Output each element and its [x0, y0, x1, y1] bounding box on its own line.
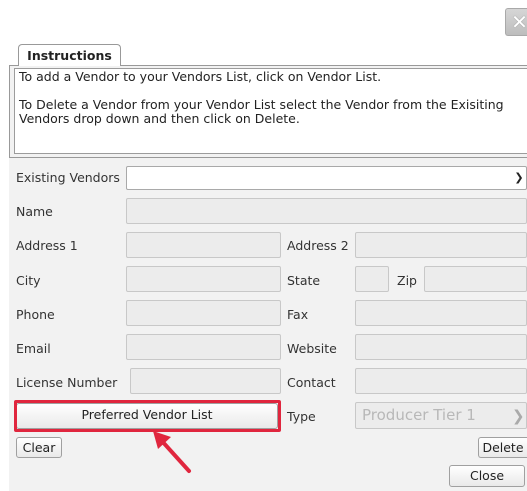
clear-button[interactable]: Clear: [16, 437, 62, 458]
zip-label: Zip: [397, 273, 417, 288]
name-field[interactable]: [126, 198, 527, 224]
zip-field[interactable]: [424, 266, 527, 292]
contact-field[interactable]: [355, 368, 527, 394]
city-field[interactable]: [126, 266, 281, 292]
chevron-down-icon: ❯: [514, 171, 524, 184]
email-field[interactable]: [126, 334, 281, 360]
state-field[interactable]: [355, 266, 389, 292]
tab-instructions[interactable]: Instructions: [18, 44, 121, 66]
fax-label: Fax: [287, 307, 309, 322]
phone-field[interactable]: [126, 300, 281, 326]
email-label: Email: [16, 341, 51, 356]
close-icon: ✕: [511, 10, 527, 34]
type-dropdown[interactable]: Producer Tier 1 ❯: [355, 402, 527, 429]
annotation-arrow-icon: [153, 431, 191, 473]
phone-label: Phone: [16, 307, 55, 322]
type-value: Producer Tier 1: [362, 406, 476, 424]
chevron-down-icon: ❯: [512, 407, 525, 425]
address2-field[interactable]: [355, 232, 527, 258]
existing-vendors-label: Existing Vendors: [16, 170, 120, 185]
contact-label: Contact: [287, 375, 336, 390]
license-number-label: License Number: [16, 375, 118, 390]
instruction-line-add: To add a Vendor to your Vendors List, cl…: [19, 69, 382, 84]
close-window-button[interactable]: ✕: [505, 8, 527, 36]
type-label: Type: [287, 409, 316, 424]
existing-vendors-dropdown[interactable]: ❯: [126, 166, 527, 190]
instruction-line-delete: To Delete a Vendor from your Vendor List…: [19, 97, 504, 126]
address1-field[interactable]: [126, 232, 281, 258]
instructions-text-box: To add a Vendor to your Vendors List, cl…: [14, 68, 527, 154]
fax-field[interactable]: [355, 300, 527, 326]
address2-label: Address 2: [287, 238, 349, 253]
delete-button[interactable]: Delete: [478, 437, 527, 458]
license-number-field[interactable]: [130, 368, 281, 394]
website-label: Website: [287, 341, 337, 356]
close-button[interactable]: Close: [449, 465, 525, 487]
website-field[interactable]: [355, 334, 527, 360]
name-label: Name: [16, 204, 53, 219]
address1-label: Address 1: [16, 238, 78, 253]
city-label: City: [16, 273, 41, 288]
state-label: State: [287, 273, 321, 288]
